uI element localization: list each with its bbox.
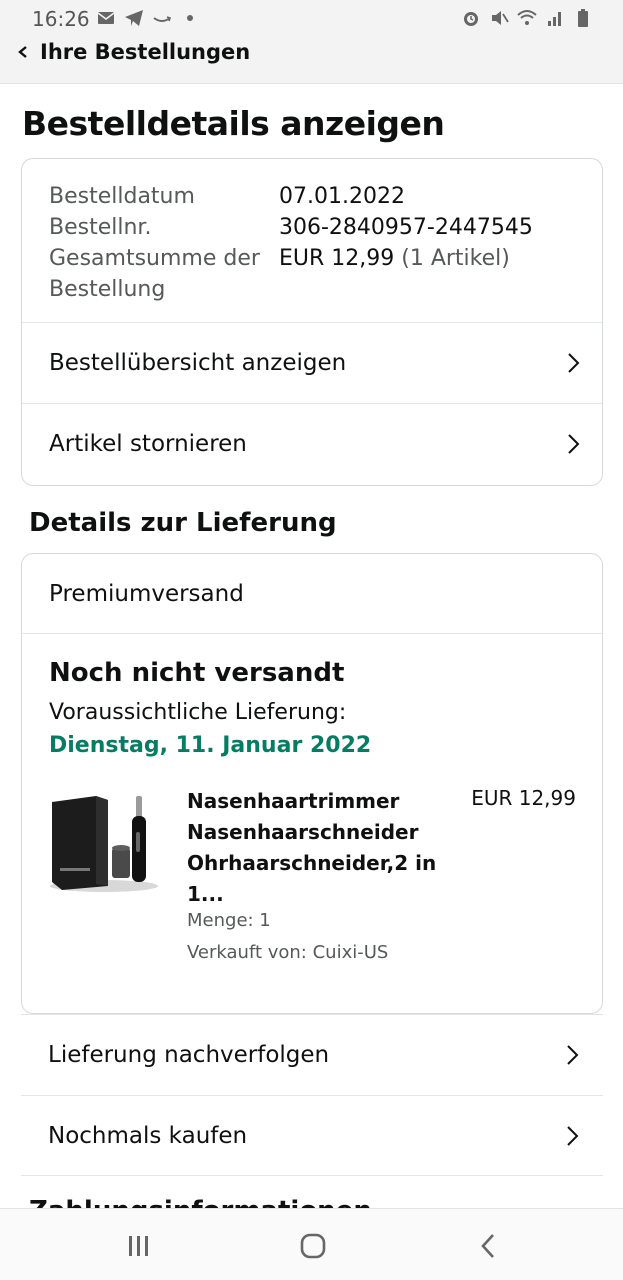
order-number-value: 306-2840957-2447545 <box>279 215 533 240</box>
order-total-value: EUR 12,99 (1 Artikel) <box>279 243 510 305</box>
back-link-label: Ihre Bestellungen <box>40 40 251 64</box>
order-total-label-line1: Gesamtsumme der <box>49 246 260 271</box>
chevron-right-icon <box>567 1126 579 1146</box>
order-total-amount: EUR 12,99 <box>279 246 395 271</box>
track-delivery-link[interactable]: Lieferung nachverfolgen <box>21 1014 603 1095</box>
order-total-label-line2: Bestellung <box>49 277 166 302</box>
shipping-method: Premiumversand <box>22 554 602 634</box>
mail-icon <box>97 12 115 24</box>
status-bar: 16:26 <box>0 0 623 36</box>
order-number-row: Bestellnr. 306-2840957-2447545 <box>49 212 602 243</box>
order-number-label: Bestellnr. <box>49 215 152 240</box>
telegram-icon <box>125 10 143 26</box>
expected-delivery-date: Dienstag, 11. Januar 2022 <box>49 733 372 758</box>
status-time: 16:26 <box>32 7 90 31</box>
order-total-label: Gesamtsumme der Bestellung <box>49 243 279 305</box>
buy-again-link[interactable]: Nochmals kaufen <box>21 1095 603 1176</box>
delivery-section-title: Details zur Lieferung <box>29 508 337 538</box>
home-icon[interactable] <box>298 1231 328 1261</box>
product-price: EUR 12,99 <box>471 786 576 810</box>
chevron-right-icon <box>568 434 580 454</box>
back-to-orders-link[interactable]: Ihre Bestellungen <box>16 40 250 64</box>
track-delivery-label: Lieferung nachverfolgen <box>48 1042 330 1068</box>
order-total-row: Gesamtsumme der Bestellung EUR 12,99 (1 … <box>49 243 602 305</box>
mute-icon <box>492 11 509 25</box>
battery-icon <box>578 9 588 27</box>
order-date-row: Bestelldatum 07.01.2022 <box>49 181 602 212</box>
chevron-left-icon <box>18 46 27 58</box>
buy-again-label: Nochmals kaufen <box>48 1122 248 1149</box>
delivery-card: Premiumversand Noch nicht versandt Vorau… <box>21 553 603 1014</box>
order-date-label: Bestelldatum <box>49 184 195 209</box>
back-icon[interactable] <box>474 1231 504 1261</box>
product-image[interactable] <box>48 782 160 896</box>
chevron-right-icon <box>567 1045 579 1065</box>
chevron-right-icon <box>568 353 580 373</box>
wifi-icon <box>517 10 537 25</box>
top-navbar: Ihre Bestellungen <box>0 36 623 84</box>
order-summary-label: Bestellübersicht anzeigen <box>49 350 347 376</box>
alarm-icon <box>464 12 478 26</box>
recent-apps-icon[interactable] <box>124 1231 154 1261</box>
signal-icon <box>548 12 561 26</box>
product-title-link[interactable]: Nasenhaartrimmer Nasenhaarschneider Ohrh… <box>187 786 447 910</box>
shipment-status: Noch nicht versandt <box>49 658 345 688</box>
dot-icon <box>187 15 193 21</box>
expected-delivery-label: Voraussichtliche Lieferung: <box>49 700 347 725</box>
product-quantity: Menge: 1 <box>187 910 271 931</box>
amazon-smile-icon <box>153 16 172 22</box>
order-info-card: Bestelldatum 07.01.2022 Bestellnr. 306-2… <box>21 158 603 486</box>
system-nav-bar <box>0 1208 623 1280</box>
order-item-count: (1 Artikel) <box>401 246 510 271</box>
order-date-value: 07.01.2022 <box>279 184 405 209</box>
cancel-items-link[interactable]: Artikel stornieren <box>22 403 602 484</box>
page-title: Bestelldetails anzeigen <box>22 104 445 143</box>
product-seller: Verkauft von: Cuixi-US <box>187 942 389 963</box>
cancel-items-label: Artikel stornieren <box>49 431 247 457</box>
order-summary-link[interactable]: Bestellübersicht anzeigen <box>22 322 602 403</box>
order-info-grid: Bestelldatum 07.01.2022 Bestellnr. 306-2… <box>22 159 602 305</box>
